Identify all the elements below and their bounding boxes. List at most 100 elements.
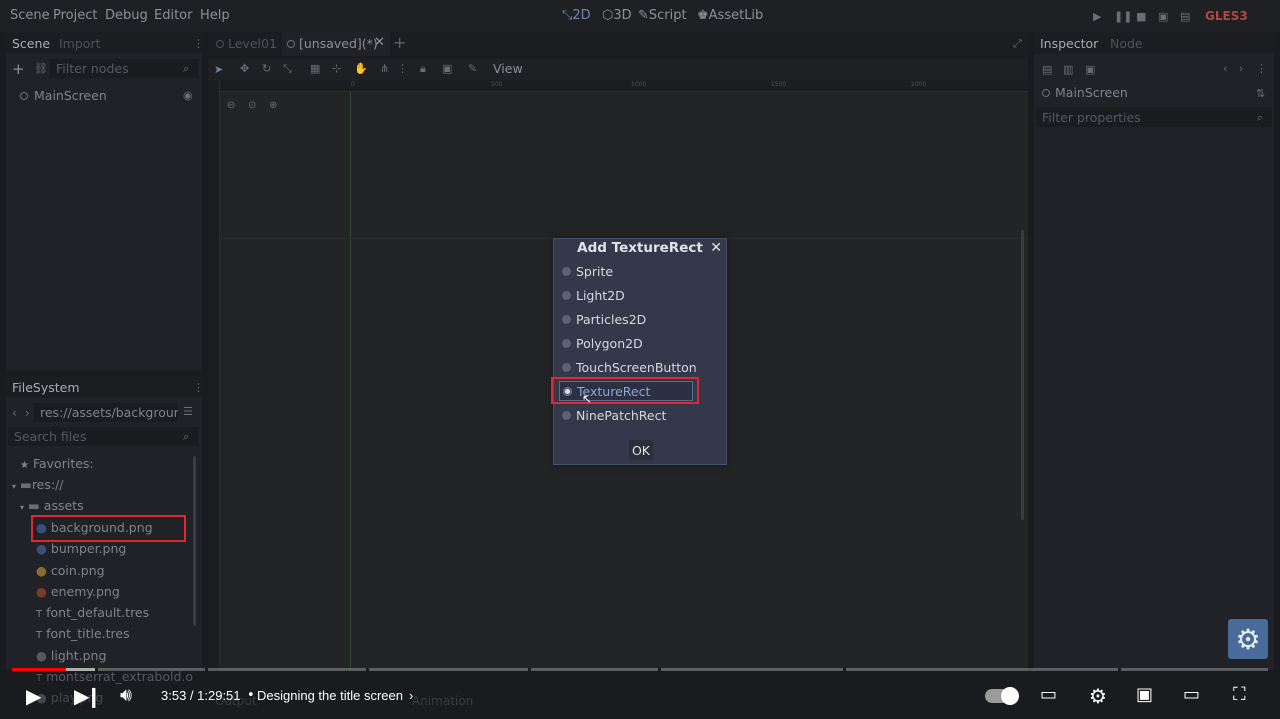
- progress-bar[interactable]: [12, 668, 1268, 671]
- font-file-icon: T: [36, 609, 43, 620]
- pan-tool-icon[interactable]: ✋: [354, 62, 368, 75]
- new-resource-icon[interactable]: ▤: [1042, 63, 1052, 76]
- option-particles2d[interactable]: Particles2D: [562, 311, 646, 327]
- pause-icon[interactable]: ❚❚: [1114, 10, 1132, 23]
- play-custom-icon[interactable]: ▤: [1180, 10, 1190, 23]
- forward-icon[interactable]: ›: [25, 406, 30, 420]
- save-resource-icon[interactable]: ▣: [1085, 63, 1095, 76]
- autoplay-toggle[interactable]: [985, 687, 1019, 705]
- distraction-free-icon[interactable]: ⤢: [1013, 37, 1022, 51]
- snap-options-icon[interactable]: ⋮: [397, 62, 408, 75]
- subtitles-icon[interactable]: ▭: [1040, 684, 1057, 705]
- file-item[interactable]: ● light.png: [36, 648, 106, 663]
- next-video-icon[interactable]: ▶❙: [74, 684, 102, 708]
- filter-nodes-input[interactable]: Filter nodes: [50, 59, 198, 78]
- object-tools-icon[interactable]: ⇅: [1256, 87, 1265, 100]
- menu-help[interactable]: Help: [200, 8, 230, 23]
- animation-tab[interactable]: Animation: [412, 694, 473, 708]
- editor-tab-unsaved[interactable]: [unsaved](*): [287, 36, 378, 51]
- rotate-tool-icon[interactable]: ↻: [262, 62, 271, 75]
- tab-filesystem[interactable]: FileSystem: [12, 380, 80, 395]
- search-files-input[interactable]: Search files: [8, 427, 198, 446]
- filter-properties-input[interactable]: Filter properties: [1036, 107, 1272, 127]
- fs-path-field[interactable]: res://assets/backgroun: [34, 403, 178, 422]
- option-ninepatchrect[interactable]: NinePatchRect: [562, 407, 666, 423]
- assets-folder-item[interactable]: ▾ ▬ assets: [20, 498, 84, 513]
- miniplayer-icon[interactable]: ▣: [1136, 684, 1153, 705]
- tab-scene[interactable]: Scene: [12, 36, 50, 51]
- file-item[interactable]: T font_default.tres: [36, 605, 149, 620]
- workspace-script-tab[interactable]: ✎Script: [638, 8, 687, 23]
- lock-icon[interactable]: 🔒︎: [420, 62, 426, 76]
- option-touchscreenbutton[interactable]: TouchScreenButton: [562, 359, 697, 375]
- dock-menu-icon[interactable]: ⋮: [193, 37, 204, 50]
- add-node-icon[interactable]: +: [12, 60, 25, 78]
- settings-gear-icon[interactable]: ⚙: [1089, 684, 1107, 708]
- move-tool-icon[interactable]: ✥: [240, 62, 249, 75]
- add-tab-icon[interactable]: +: [393, 33, 406, 52]
- file-item[interactable]: ● coin.png: [36, 563, 105, 578]
- option-sprite[interactable]: Sprite: [562, 263, 613, 279]
- tab-inspector[interactable]: Inspector: [1040, 36, 1098, 51]
- close-icon[interactable]: ✕: [710, 240, 722, 256]
- menu-scene[interactable]: Scene: [10, 8, 50, 23]
- file-item[interactable]: T montserrat_extrabold.o: [36, 669, 193, 684]
- back-icon[interactable]: ‹: [12, 406, 17, 420]
- fs-menu-icon[interactable]: ⋮: [193, 381, 204, 394]
- option-polygon2d[interactable]: Polygon2D: [562, 335, 643, 351]
- fs-scrollbar[interactable]: [193, 456, 196, 626]
- select-tool-icon[interactable]: ➤: [214, 63, 223, 76]
- split-view-icon[interactable]: ☰: [183, 405, 193, 418]
- visibility-eye-icon[interactable]: ◉: [183, 89, 193, 102]
- gear-logo-icon: ⚙: [1235, 622, 1261, 656]
- stop-icon[interactable]: ■: [1136, 10, 1146, 23]
- zoom-out-icon[interactable]: ⊖: [227, 100, 235, 111]
- play-icon[interactable]: ▶: [26, 684, 41, 708]
- viewport-scrollbar[interactable]: [1021, 230, 1024, 520]
- tree-item-mainscreen[interactable]: MainScreen: [20, 88, 107, 103]
- view-menu[interactable]: View: [493, 61, 523, 76]
- chapter-marker: [95, 668, 98, 671]
- file-item[interactable]: ● bumper.png: [36, 541, 126, 556]
- tab-node[interactable]: Node: [1110, 36, 1143, 51]
- workspace-2d-tab[interactable]: ⤡2D: [562, 8, 591, 23]
- option-light2d[interactable]: Light2D: [562, 287, 625, 303]
- play-scene-icon[interactable]: ▶: [1093, 10, 1101, 23]
- menu-editor[interactable]: Editor: [154, 8, 192, 23]
- load-resource-icon[interactable]: ▥: [1063, 63, 1073, 76]
- scale-tool-icon[interactable]: ⤡: [283, 62, 292, 76]
- theater-mode-icon[interactable]: ▭: [1183, 684, 1200, 705]
- zoom-reset-icon[interactable]: ⊙: [248, 100, 256, 111]
- channel-logo[interactable]: ⚙: [1228, 619, 1268, 659]
- ruler-tool-icon[interactable]: ▦: [310, 62, 320, 75]
- workspace-3d-tab[interactable]: ⬡3D: [602, 8, 632, 23]
- res-root-item[interactable]: ▾ ▬res://: [12, 477, 64, 492]
- volume-icon[interactable]: 🔊︎: [120, 684, 132, 706]
- ok-button[interactable]: OK: [629, 440, 653, 460]
- control-node-icon: [20, 91, 28, 100]
- group-icon[interactable]: ▣: [442, 62, 452, 75]
- inspector-node-label[interactable]: MainScreen: [1042, 85, 1128, 100]
- favorites-item[interactable]: ★ Favorites:: [20, 456, 94, 471]
- history-forward-icon[interactable]: ›: [1239, 62, 1243, 75]
- history-back-icon[interactable]: ‹: [1223, 62, 1227, 75]
- zoom-in-icon[interactable]: ⊕: [269, 100, 277, 111]
- skeleton-icon[interactable]: ✎: [468, 62, 477, 75]
- fullscreen-icon[interactable]: ⛶: [1233, 684, 1246, 705]
- snap-icon[interactable]: ⋔: [380, 62, 389, 75]
- menu-debug[interactable]: Debug: [105, 8, 148, 23]
- chapter-title[interactable]: Designing the title screen ›: [257, 688, 413, 703]
- play-current-icon[interactable]: ▣: [1158, 10, 1168, 23]
- menu-project[interactable]: Project: [53, 8, 97, 23]
- pivot-tool-icon[interactable]: ⊹: [332, 62, 341, 75]
- editor-tab-level01[interactable]: Level01: [216, 36, 277, 51]
- renderer-label[interactable]: GLES3: [1205, 9, 1248, 23]
- file-item[interactable]: T font_title.tres: [36, 626, 130, 641]
- radio-icon: [562, 266, 571, 276]
- close-tab-icon[interactable]: ✕: [374, 35, 385, 50]
- object-menu-icon[interactable]: ⋮: [1256, 62, 1267, 75]
- link-icon[interactable]: ⛓: [34, 62, 48, 75]
- workspace-assetlib-tab[interactable]: ♚AssetLib: [697, 8, 763, 23]
- file-item[interactable]: ● enemy.png: [36, 584, 120, 599]
- tab-import[interactable]: Import: [59, 36, 101, 51]
